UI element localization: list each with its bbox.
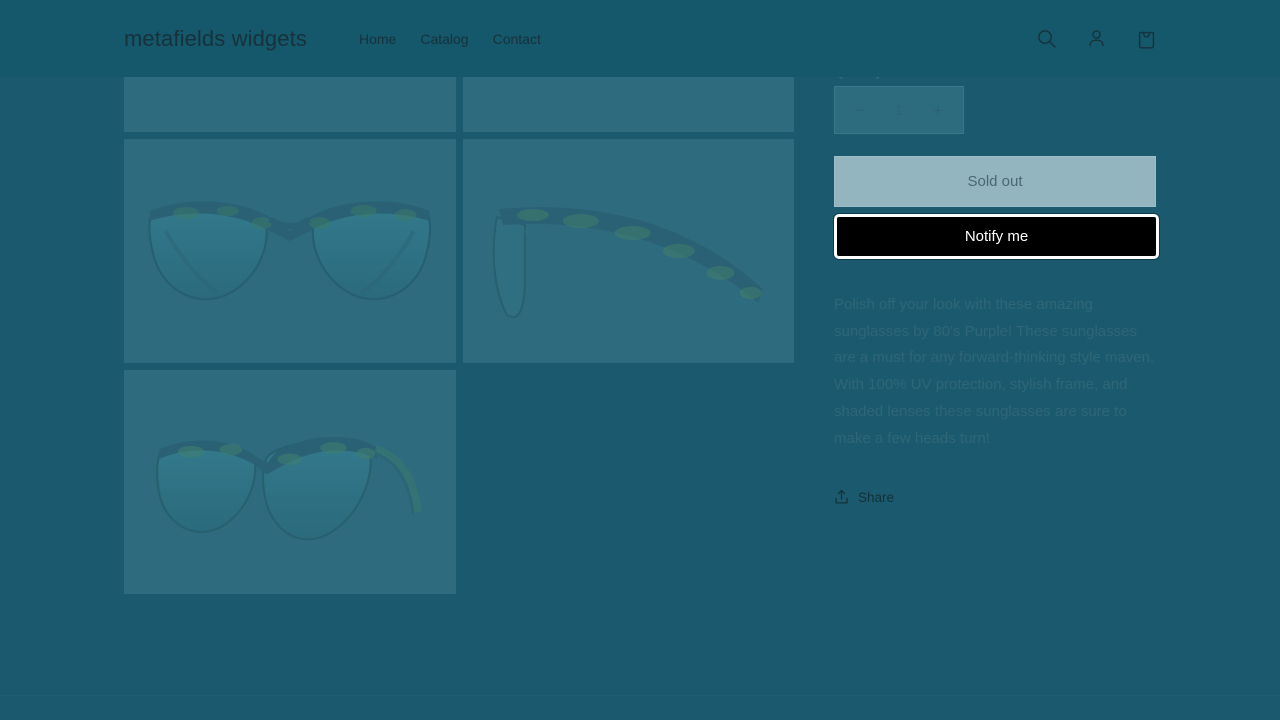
site-header: metafields widgets Home Catalog Contact [0,0,1280,77]
site-logo[interactable]: metafields widgets [124,26,307,52]
cart-icon [1136,28,1157,50]
quantity-input[interactable]: 1 [895,102,903,119]
product-grid: Light Tortoise Tortoise Red Black Tortoi… [124,0,1159,594]
cart-button[interactable] [1128,21,1164,57]
notify-me-button[interactable]: Notify me [838,218,1155,255]
notify-me-button-focus-ring: Notify me [834,214,1159,259]
share-icon [834,489,849,505]
sold-out-button: Sold out [834,156,1156,207]
product-description: Polish off your look with these amazing … [834,296,1155,447]
share-button[interactable]: Share [834,489,1156,505]
product-page: Light Tortoise Tortoise Red Black Tortoi… [0,0,1280,720]
search-button[interactable] [1028,21,1064,57]
nav-link-catalog[interactable]: Catalog [408,31,480,47]
product-content: Light Tortoise Tortoise Red Black Tortoi… [124,0,1159,594]
quantity-decrease-button[interactable]: − [849,98,871,123]
search-icon [1036,28,1057,49]
product-image-three-quarter[interactable] [124,370,456,594]
main-navigation: Home Catalog Contact [347,31,553,47]
product-media-gallery [124,0,794,594]
quantity-stepper[interactable]: − 1 + [834,86,964,134]
product-image-front[interactable] [124,139,456,363]
product-image-side[interactable] [462,139,794,363]
share-label: Share [858,489,895,505]
section-divider [0,695,1280,696]
nav-link-home[interactable]: Home [347,31,408,47]
header-actions [1028,21,1164,57]
account-icon [1086,28,1107,49]
nav-link-contact[interactable]: Contact [481,31,553,47]
quantity-increase-button[interactable]: + [927,98,949,123]
account-button[interactable] [1078,21,1114,57]
